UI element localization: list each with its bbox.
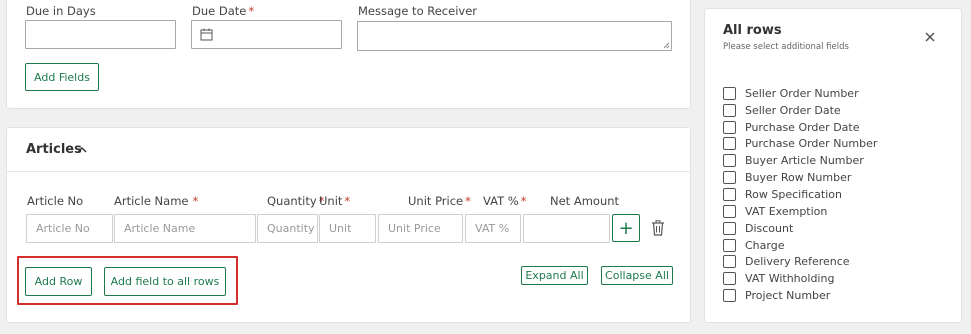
field-option-label: Purchase Order Date	[745, 120, 860, 134]
article-no-input[interactable]: Article No	[26, 214, 113, 243]
field-option[interactable]: Purchase Order Number	[723, 136, 877, 153]
checkbox[interactable]	[723, 272, 736, 286]
message-textarea[interactable]	[357, 21, 672, 51]
close-icon[interactable]	[923, 30, 937, 44]
resize-handle-icon[interactable]	[663, 42, 670, 49]
field-option[interactable]: Seller Order Date	[723, 102, 877, 119]
article-name-input[interactable]: Article Name	[114, 214, 256, 243]
field-option-label: Seller Order Number	[745, 86, 859, 100]
expand-all-button[interactable]: Expand All	[521, 266, 588, 285]
calendar-icon[interactable]	[200, 28, 213, 41]
field-option[interactable]: Delivery Reference	[723, 253, 877, 270]
col-unit: Unit *	[319, 194, 351, 208]
due-date-input[interactable]	[191, 20, 342, 49]
due-date-label: Due Date *	[192, 4, 255, 18]
vat-input[interactable]: VAT %	[465, 214, 521, 243]
field-option[interactable]: Seller Order Number	[723, 85, 877, 102]
chevron-up-icon[interactable]	[76, 144, 88, 156]
all-rows-panel: All rows Please select additional fields…	[704, 8, 962, 323]
field-option-label: Discount	[745, 221, 794, 235]
add-fields-button[interactable]: Add Fields	[25, 63, 99, 91]
field-option-label: Purchase Order Number	[745, 137, 878, 151]
checkbox[interactable]	[723, 86, 736, 100]
col-vat: VAT % *	[483, 194, 527, 208]
col-net-amount: Net Amount	[550, 194, 620, 208]
field-option[interactable]: VAT Withholding	[723, 270, 877, 287]
articles-card: Articles Article No Article Name * Quanti…	[6, 127, 691, 323]
checkbox[interactable]	[723, 204, 736, 218]
field-option-label: Project Number	[745, 289, 831, 303]
field-checklist: Seller Order Number Seller Order Date Pu…	[723, 85, 877, 304]
field-option[interactable]: Buyer Row Number	[723, 169, 877, 186]
col-article-name: Article Name *	[114, 194, 199, 208]
invoice-details-card: Due in Days Due Date * Message to Receive…	[6, 0, 691, 109]
checkbox[interactable]	[723, 238, 736, 252]
checkbox[interactable]	[723, 255, 736, 269]
collapse-all-button[interactable]: Collapse All	[601, 266, 673, 285]
field-option-label: Delivery Reference	[745, 255, 850, 269]
trash-icon[interactable]	[651, 220, 665, 236]
field-option-label: Buyer Article Number	[745, 154, 864, 168]
field-option[interactable]: Charge	[723, 237, 877, 254]
unit-price-input[interactable]: Unit Price	[378, 214, 463, 243]
plus-icon: +	[618, 217, 634, 239]
checkbox[interactable]	[723, 187, 736, 201]
due-in-days-input[interactable]	[25, 20, 176, 49]
panel-subtitle: Please select additional fields	[723, 42, 849, 52]
due-in-days-label: Due in Days	[26, 4, 96, 18]
field-option-label: Row Specification	[745, 187, 842, 201]
message-label: Message to Receiver	[358, 4, 478, 18]
highlight-box	[17, 256, 238, 305]
field-option[interactable]: Purchase Order Date	[723, 119, 877, 136]
checkbox[interactable]	[723, 103, 736, 117]
articles-title: Articles	[26, 142, 82, 157]
field-option[interactable]: Row Specification	[723, 186, 877, 203]
field-option-label: VAT Withholding	[745, 272, 835, 286]
field-option[interactable]: Buyer Article Number	[723, 152, 877, 169]
field-option-label: Seller Order Date	[745, 103, 841, 117]
checkbox[interactable]	[723, 137, 736, 151]
field-option-label: VAT Exemption	[745, 204, 828, 218]
checkbox[interactable]	[723, 154, 736, 168]
col-article-no: Article No	[27, 194, 84, 208]
field-option-label: Buyer Row Number	[745, 171, 852, 185]
field-option[interactable]: Project Number	[723, 287, 877, 304]
unit-input[interactable]: Unit	[319, 214, 376, 243]
panel-title: All rows	[723, 23, 782, 38]
checkbox[interactable]	[723, 120, 736, 134]
net-amount-input[interactable]	[523, 214, 610, 243]
col-quantity: Quantity *	[267, 194, 325, 208]
field-option[interactable]: VAT Exemption	[723, 203, 877, 220]
checkbox[interactable]	[723, 221, 736, 235]
checkbox[interactable]	[723, 171, 736, 185]
field-option[interactable]: Discount	[723, 220, 877, 237]
checkbox[interactable]	[723, 289, 736, 303]
col-unit-price: Unit Price *	[408, 194, 471, 208]
add-article-row-button[interactable]: +	[612, 214, 640, 242]
quantity-input[interactable]: Quantity	[257, 214, 318, 243]
articles-divider	[7, 171, 690, 172]
field-option-label: Charge	[745, 238, 785, 252]
